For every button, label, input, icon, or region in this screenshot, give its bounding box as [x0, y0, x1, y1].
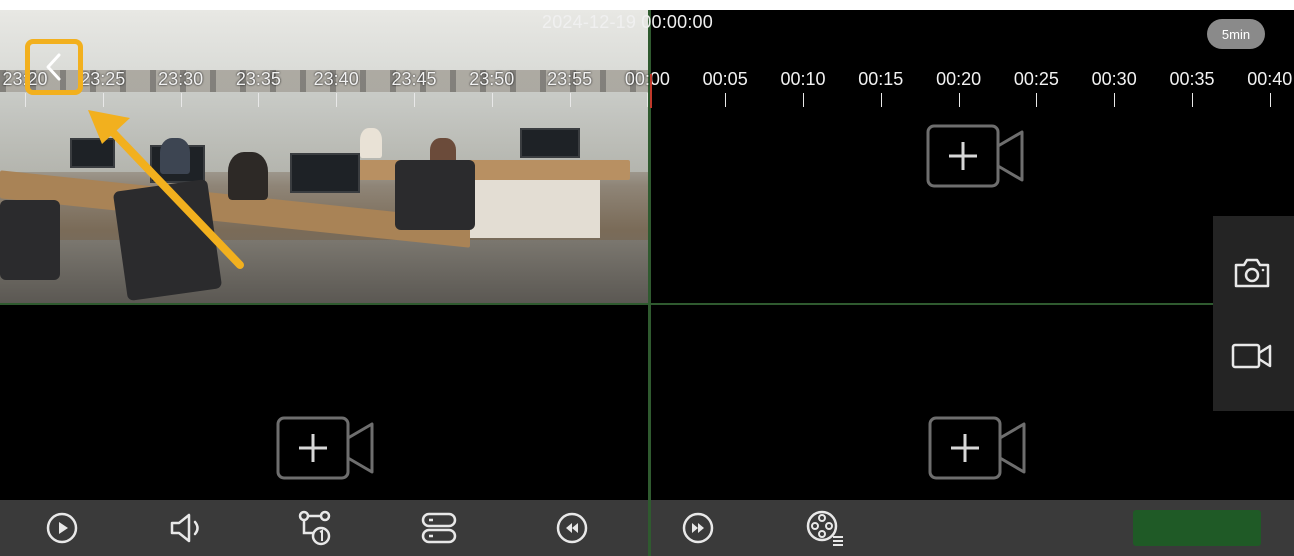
- office-monitor: [290, 153, 360, 193]
- playback-datetime: 2024-12-19 00:00:00: [542, 12, 713, 32]
- timeline-tick-mark: [880, 93, 882, 107]
- timeline-tick-mark: [1114, 93, 1116, 107]
- timeline-tick-label: 00:40: [1247, 69, 1293, 89]
- timeline-tick-mark: [647, 93, 649, 107]
- playback-list-button[interactable]: [803, 508, 847, 548]
- back-button[interactable]: [25, 39, 83, 95]
- grid-divider-horizontal: [0, 303, 1294, 305]
- timeline-tick-mark: [414, 93, 415, 107]
- timeline-tick-label: 00:30: [1091, 69, 1137, 89]
- film-reel-icon: [806, 510, 843, 546]
- timeline-tick-mark: [336, 93, 338, 107]
- timeline-tick-mark: [1192, 93, 1193, 107]
- timeline-tick-mark: [180, 93, 182, 107]
- stream-switch-icon: [298, 510, 331, 546]
- timeline-cursor: [650, 74, 652, 108]
- office-person: [360, 128, 382, 158]
- timeline-tick-label: 00:20: [936, 69, 982, 89]
- snapshot-button[interactable]: [1227, 248, 1277, 298]
- office-person: [160, 138, 190, 174]
- timeline-tick-mark: [569, 93, 571, 107]
- camera-icon: [1234, 258, 1270, 288]
- timeline-tick-label: 23:55: [547, 69, 593, 89]
- add-camera-icon[interactable]: [926, 124, 1026, 190]
- office-monitor: [70, 138, 115, 168]
- rewind-icon: [556, 512, 588, 544]
- timeline-tick-label: 23:35: [235, 69, 281, 89]
- timeline-tick-label: 00:00: [624, 69, 670, 89]
- office-chair: [112, 178, 223, 302]
- storage-icon: [421, 512, 457, 544]
- play-icon: [46, 512, 78, 544]
- timeline-tick-mark: [958, 93, 960, 107]
- office-person: [228, 152, 268, 200]
- timeline-tick-mark: [725, 93, 727, 107]
- timeline-ruler[interactable]: 23:20 23:25 23:30 23:35 23:40 23:45 23:50 23:55…: [0, 65, 1294, 107]
- timeline-tick-label: 23:45: [391, 69, 437, 89]
- timeline-tick-mark: [803, 93, 804, 107]
- storage-button[interactable]: [417, 508, 461, 548]
- timeline-tick-mark: [1036, 93, 1038, 107]
- office-monitor: [520, 128, 580, 158]
- add-camera-icon[interactable]: [276, 416, 376, 482]
- timeline-tick-label: 23:25: [80, 69, 126, 89]
- timeline-tick-mark: [491, 93, 493, 107]
- camera-view-2[interactable]: [652, 108, 1294, 303]
- record-button[interactable]: [1227, 331, 1277, 381]
- timeline-tick-mark: [25, 93, 26, 107]
- timeline-interval-button[interactable]: 5min: [1207, 19, 1265, 49]
- chevron-left-icon: [46, 53, 61, 81]
- playback-screen: 2024-12-19 00:00:00 5min 23:20 23:25 23:30…: [0, 10, 1294, 556]
- office-chair: [0, 200, 60, 280]
- timeline-tick-label: 23:50: [469, 69, 515, 89]
- camera-view-4[interactable]: [652, 306, 1294, 500]
- volume-button[interactable]: [165, 508, 209, 548]
- video-icon: [1231, 343, 1272, 369]
- volume-icon: [170, 513, 199, 543]
- timeline-tick-label: 00:25: [1013, 69, 1059, 89]
- timeline-tick-label: 00:35: [1169, 69, 1215, 89]
- timeline-tick-mark: [258, 93, 260, 107]
- camera-view-1[interactable]: [0, 10, 648, 303]
- rewind-button[interactable]: [550, 508, 594, 548]
- status-button[interactable]: [1133, 510, 1261, 546]
- play-button[interactable]: [40, 508, 84, 548]
- stream-switch-button[interactable]: [293, 508, 337, 548]
- office-desk: [330, 160, 630, 180]
- add-camera-icon[interactable]: [928, 416, 1028, 482]
- timeline-tick-label: 00:15: [858, 69, 904, 89]
- timeline-tick-mark: [102, 93, 104, 107]
- timeline-tick-label: 00:05: [702, 69, 748, 89]
- fast-forward-icon: [682, 512, 714, 544]
- bottom-toolbar: [0, 500, 1294, 556]
- timeline-tick-label: 23:30: [158, 69, 204, 89]
- office-floor: [0, 240, 648, 303]
- timeline-tick-label: 00:10: [780, 69, 826, 89]
- side-controls: [1213, 216, 1294, 411]
- fast-forward-button[interactable]: [676, 508, 720, 548]
- timeline-tick-mark: [1269, 93, 1271, 107]
- toolbar-divider: [648, 500, 651, 556]
- camera-view-3[interactable]: [0, 306, 648, 500]
- timeline-tick-label: 23:40: [313, 69, 359, 89]
- office-chair: [395, 160, 475, 230]
